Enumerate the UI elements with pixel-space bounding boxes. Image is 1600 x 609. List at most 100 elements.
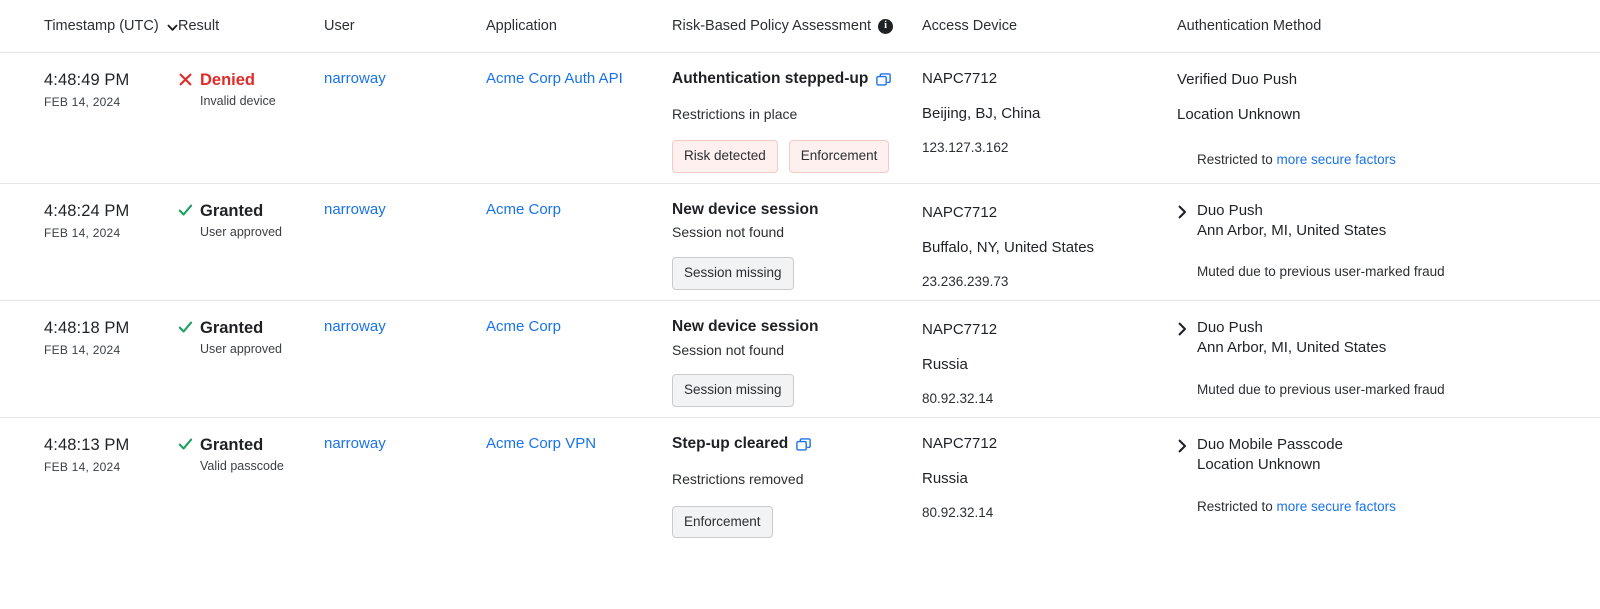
table-row[interactable]: 4:48:13 PM FEB 14, 2024 Granted Valid pa… — [0, 418, 1600, 552]
risk-badge-group: Enforcement — [672, 506, 922, 539]
auth-restriction-prefix: Restricted to — [1197, 499, 1277, 514]
status-badge[interactable]: Enforcement — [672, 506, 773, 539]
device-ip-address: 80.92.32.14 — [922, 391, 1177, 407]
cell-authentication-method: Duo Mobile Passcode Location Unknown Res… — [1177, 435, 1556, 542]
chevron-right-icon[interactable] — [1177, 322, 1188, 336]
timestamp-time: 4:48:18 PM — [44, 318, 178, 339]
table-header-row: Timestamp (UTC) Result User Application … — [0, 0, 1600, 53]
table-row[interactable]: 4:48:18 PM FEB 14, 2024 Granted User app… — [0, 301, 1600, 418]
application-link[interactable]: Acme Corp Auth API — [486, 70, 623, 87]
column-header-timestamp[interactable]: Timestamp (UTC) — [0, 18, 178, 34]
column-header-timestamp-label: Timestamp (UTC) — [44, 18, 159, 34]
risk-title: Step-up cleared — [672, 435, 788, 454]
device-ip-address: 123.127.3.162 — [922, 140, 1177, 156]
result-status: Granted — [200, 202, 263, 222]
user-link[interactable]: narroway — [324, 435, 386, 452]
cell-timestamp: 4:48:18 PM FEB 14, 2024 — [0, 318, 178, 407]
table-row[interactable]: 4:48:24 PM FEB 14, 2024 Granted User app… — [0, 184, 1600, 301]
auth-method-location: Ann Arbor, MI, United States — [1197, 338, 1386, 358]
cell-result: Granted User approved — [178, 318, 324, 407]
auth-method-name: Duo Push — [1197, 201, 1386, 221]
chevron-down-icon[interactable] — [166, 21, 179, 34]
user-link[interactable]: narroway — [324, 201, 386, 218]
result-detail: User approved — [200, 342, 324, 356]
chevron-right-icon[interactable] — [1177, 205, 1188, 219]
column-header-result-label: Result — [178, 18, 219, 34]
cell-timestamp: 4:48:49 PM FEB 14, 2024 — [0, 70, 178, 173]
timestamp-date: FEB 14, 2024 — [44, 95, 178, 109]
column-header-authentication-method-label: Authentication Method — [1177, 18, 1321, 34]
timestamp-date: FEB 14, 2024 — [44, 460, 178, 474]
cell-result: Denied Invalid device — [178, 70, 324, 173]
auth-method-main: Verified Duo Push Location Unknown — [1177, 70, 1556, 125]
auth-restriction-note: Restricted to more secure factors — [1177, 499, 1556, 515]
column-header-access-device[interactable]: Access Device — [922, 18, 1177, 34]
x-mark-icon — [178, 72, 193, 87]
auth-method-name: Duo Mobile Passcode — [1197, 435, 1343, 455]
result-detail: Valid passcode — [200, 459, 324, 473]
cell-result: Granted User approved — [178, 201, 324, 290]
application-link[interactable]: Acme Corp VPN — [486, 435, 596, 452]
cell-user: narroway — [324, 318, 486, 407]
column-header-application-label: Application — [486, 18, 557, 34]
info-icon[interactable]: i — [878, 19, 893, 34]
auth-restriction-prefix: Muted due to previous user-marked fraud — [1197, 382, 1445, 397]
status-badge[interactable]: Session missing — [672, 257, 794, 290]
risk-subtitle: Restrictions in place — [672, 106, 922, 123]
auth-restriction-prefix: Muted due to previous user-marked fraud — [1197, 264, 1445, 279]
cell-timestamp: 4:48:13 PM FEB 14, 2024 — [0, 435, 178, 542]
auth-restriction-note: Muted due to previous user-marked fraud — [1177, 264, 1556, 280]
duplicate-window-icon[interactable] — [796, 438, 811, 453]
risk-subtitle: Session not found — [672, 342, 922, 359]
auth-method-name: Duo Push — [1197, 318, 1386, 338]
check-mark-icon — [178, 437, 193, 452]
status-badge[interactable]: Enforcement — [789, 140, 890, 173]
authentication-log-table: Timestamp (UTC) Result User Application … — [0, 0, 1600, 552]
auth-method-main: Duo Push Ann Arbor, MI, United States — [1177, 318, 1556, 358]
table-row[interactable]: 4:48:49 PM FEB 14, 2024 Denied Invalid d… — [0, 53, 1600, 184]
result-detail: User approved — [200, 225, 324, 239]
auth-method-location: Ann Arbor, MI, United States — [1197, 221, 1386, 241]
application-link[interactable]: Acme Corp — [486, 318, 561, 335]
user-link[interactable]: narroway — [324, 70, 386, 87]
column-header-risk-assessment-label: Risk-Based Policy Assessment — [672, 18, 871, 34]
auth-restriction-prefix: Restricted to — [1197, 152, 1277, 167]
risk-title-row: New device session — [672, 318, 922, 337]
device-ip-address: 23.236.239.73 — [922, 274, 1177, 290]
check-mark-icon — [178, 320, 193, 335]
cell-access-device: NAPC7712 Russia 80.92.32.14 — [922, 318, 1177, 407]
auth-method-name: Verified Duo Push — [1177, 70, 1300, 90]
cell-application: Acme Corp Auth API — [486, 70, 672, 173]
device-name: NAPC7712 — [922, 70, 1177, 88]
more-secure-factors-link[interactable]: more secure factors — [1277, 152, 1396, 167]
auth-method-main: Duo Push Ann Arbor, MI, United States — [1177, 201, 1556, 241]
risk-badge-group: Session missing — [672, 257, 922, 290]
status-badge[interactable]: Risk detected — [672, 140, 778, 173]
device-location: Beijing, BJ, China — [922, 105, 1177, 123]
cell-access-device: NAPC7712 Beijing, BJ, China 123.127.3.16… — [922, 70, 1177, 173]
column-header-result[interactable]: Result — [178, 18, 324, 34]
column-header-access-device-label: Access Device — [922, 18, 1017, 34]
cell-authentication-method: Verified Duo Push Location Unknown Restr… — [1177, 70, 1556, 173]
timestamp-date: FEB 14, 2024 — [44, 226, 178, 240]
application-link[interactable]: Acme Corp — [486, 201, 561, 218]
column-header-application[interactable]: Application — [486, 18, 672, 34]
user-link[interactable]: narroway — [324, 318, 386, 335]
duplicate-window-icon[interactable] — [876, 73, 891, 88]
status-badge[interactable]: Session missing — [672, 374, 794, 407]
column-header-user[interactable]: User — [324, 18, 486, 34]
risk-title-row: New device session — [672, 201, 922, 220]
cell-user: narroway — [324, 435, 486, 542]
column-header-authentication-method[interactable]: Authentication Method — [1177, 18, 1556, 34]
cell-risk-assessment: New device session Session not found Ses… — [672, 318, 922, 407]
result-status: Granted — [200, 436, 263, 456]
more-secure-factors-link[interactable]: more secure factors — [1277, 499, 1396, 514]
auth-method-location: Location Unknown — [1177, 105, 1300, 125]
result-status: Granted — [200, 319, 263, 339]
auth-method-location: Location Unknown — [1197, 455, 1343, 475]
cell-risk-assessment: Authentication stepped-up Restrictions i… — [672, 70, 922, 173]
cell-application: Acme Corp — [486, 201, 672, 290]
chevron-right-icon[interactable] — [1177, 439, 1188, 453]
column-header-risk-assessment[interactable]: Risk-Based Policy Assessment i — [672, 18, 922, 34]
device-location: Russia — [922, 356, 1177, 374]
